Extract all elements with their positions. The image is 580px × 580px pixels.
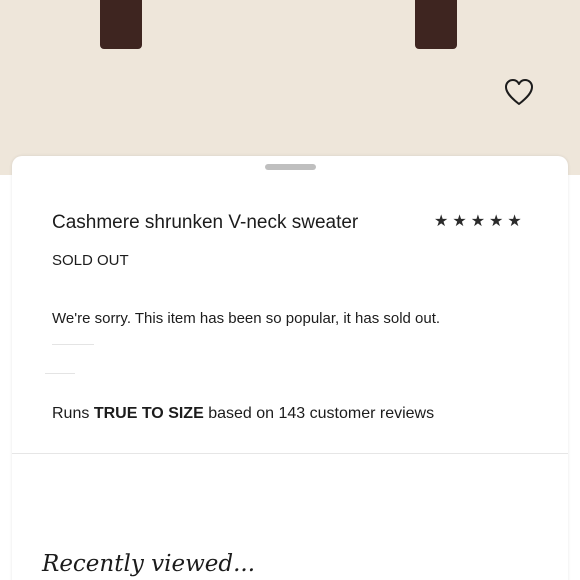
divider — [52, 344, 94, 345]
heart-icon[interactable] — [503, 77, 535, 107]
product-title: Cashmere shrunken V-neck sweater — [52, 212, 359, 233]
fit-info: Runs TRUE TO SIZE based on 143 customer … — [52, 405, 434, 423]
recently-viewed-heading: Recently viewed... — [42, 551, 256, 577]
stock-status: SOLD OUT — [52, 252, 129, 269]
sweater-sleeve-left — [100, 0, 142, 49]
sweater-sleeve-right — [415, 0, 457, 49]
section-divider — [12, 453, 568, 454]
fit-suffix: based on 143 customer reviews — [208, 405, 435, 422]
sold-out-message: We're sorry. This item has been so popul… — [52, 310, 441, 327]
fit-prefix: Runs — [52, 405, 90, 422]
product-details-sheet: Cashmere shrunken V-neck sweater ★★★★★ S… — [12, 156, 568, 580]
fit-emphasis: TRUE TO SIZE — [93, 405, 204, 422]
product-image — [0, 0, 580, 175]
rating-stars[interactable]: ★★★★★ — [434, 211, 526, 231]
divider — [45, 373, 75, 374]
sheet-drag-handle[interactable] — [265, 164, 316, 170]
